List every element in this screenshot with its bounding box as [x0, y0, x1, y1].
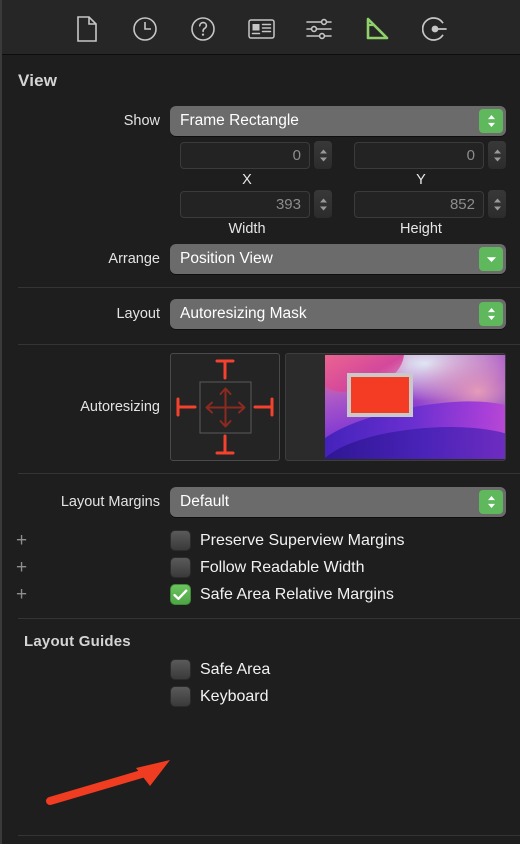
view-section-title: View — [18, 71, 58, 90]
autoresizing-preview — [285, 353, 506, 461]
width-input[interactable]: 393 — [180, 190, 310, 218]
autoresizing-mask-editor[interactable] — [170, 353, 280, 461]
follow-readable-width-checkbox[interactable] — [170, 557, 191, 578]
show-popup-button[interactable]: Frame Rectangle — [170, 106, 506, 136]
quick-help-inspector-tab[interactable] — [184, 11, 222, 47]
updown-chevron-icon — [479, 302, 503, 326]
safe-area-checkbox[interactable] — [170, 659, 191, 680]
help-icon — [190, 16, 216, 42]
layout-margins-label: Layout Margins — [60, 494, 160, 510]
size-inspector-tab[interactable] — [358, 11, 396, 47]
layout-margins-row: Layout Margins Default — [2, 482, 520, 522]
add-variation-button-0[interactable]: + — [2, 531, 170, 550]
layout-margins-popup-button[interactable]: Default — [170, 487, 506, 517]
height-stepper[interactable] — [488, 190, 506, 218]
connections-icon — [422, 16, 448, 42]
arrange-row: Arrange Position View — [2, 239, 520, 279]
arrange-value: Position View — [180, 250, 273, 267]
arrange-label: Arrange — [108, 251, 160, 267]
wallpaper-thumbnail — [325, 355, 505, 459]
x-field-cell: 0 X — [180, 141, 332, 188]
spacer-0: + — [2, 660, 170, 679]
safe-area-relative-margins-label: Safe Area Relative Margins — [200, 585, 394, 603]
preserve-superview-margins-label: Preserve Superview Margins — [200, 531, 405, 549]
y-field-cell: 0 Y — [354, 141, 506, 188]
updown-chevron-icon — [479, 109, 503, 133]
history-inspector-tab[interactable] — [126, 11, 164, 47]
layout-row: Layout Autoresizing Mask — [2, 294, 520, 334]
preview-view-rect — [347, 373, 413, 417]
clock-icon — [132, 16, 158, 42]
strut-left — [176, 397, 197, 417]
width-field-cell: 393 Width — [180, 190, 332, 237]
strut-top — [215, 359, 235, 380]
follow-readable-width-label: Follow Readable Width — [200, 558, 365, 576]
identity-icon — [247, 18, 275, 40]
checkmark-icon — [173, 589, 188, 600]
add-variation-button-2[interactable]: + — [2, 585, 170, 604]
autoresizing-row: Autoresizing — [2, 345, 520, 469]
safe-area-label: Safe Area — [200, 660, 271, 678]
inspector-panel: View Show Frame Rectangle 0 X 0 Y 393 Wi… — [0, 0, 520, 844]
updown-chevron-icon — [479, 490, 503, 514]
width-caption: Width — [228, 221, 266, 237]
divider-arrange — [18, 287, 520, 288]
inspector-toolbar — [2, 0, 520, 55]
identity-inspector-tab[interactable] — [242, 11, 280, 47]
file-inspector-tab[interactable] — [68, 11, 106, 47]
spacer-1: + — [2, 687, 170, 706]
size-fields-row: 393 Width 852 Height — [2, 190, 520, 237]
preserve-superview-margins-checkbox[interactable] — [170, 530, 191, 551]
file-icon — [76, 16, 98, 42]
strut-right — [253, 397, 274, 417]
height-input[interactable]: 852 — [354, 190, 484, 218]
connections-inspector-tab[interactable] — [416, 11, 454, 47]
layout-guides-title: Layout Guides — [24, 633, 131, 650]
safe-area-relative-margins-checkbox[interactable] — [170, 584, 191, 605]
divider-bottom — [18, 835, 520, 836]
chevron-down-icon — [479, 247, 503, 271]
show-value: Frame Rectangle — [180, 112, 299, 129]
y-caption: Y — [416, 172, 426, 188]
keyboard-checkbox[interactable] — [170, 686, 191, 707]
ruler-icon — [364, 16, 390, 42]
arrange-pulldown-button[interactable]: Position View — [170, 244, 506, 274]
x-input[interactable]: 0 — [180, 141, 310, 169]
sliders-icon — [305, 17, 333, 41]
y-input[interactable]: 0 — [354, 141, 484, 169]
preserve-superview-margins-row: + Preserve Superview Margins — [2, 527, 520, 554]
strut-bottom — [215, 434, 235, 455]
add-variation-button-1[interactable]: + — [2, 558, 170, 577]
layout-label: Layout — [116, 306, 160, 322]
divider-autoresizing — [18, 473, 520, 474]
safe-area-relative-margins-row: + Safe Area Relative Margins — [2, 581, 520, 608]
layout-popup-button[interactable]: Autoresizing Mask — [170, 299, 506, 329]
follow-readable-width-row: + Follow Readable Width — [2, 554, 520, 581]
y-stepper[interactable] — [488, 141, 506, 169]
x-caption: X — [242, 172, 252, 188]
layout-margins-value: Default — [180, 493, 230, 510]
position-fields-row: 0 X 0 Y — [2, 141, 520, 188]
height-field-cell: 852 Height — [354, 190, 506, 237]
height-caption: Height — [400, 221, 442, 237]
attributes-inspector-tab[interactable] — [300, 11, 338, 47]
keyboard-label: Keyboard — [200, 687, 269, 705]
show-row: Show Frame Rectangle — [2, 101, 520, 141]
autoresizing-label: Autoresizing — [80, 399, 160, 415]
keyboard-row: + Keyboard — [2, 683, 520, 710]
layout-value: Autoresizing Mask — [180, 305, 307, 322]
width-stepper[interactable] — [314, 190, 332, 218]
show-label: Show — [123, 113, 160, 129]
safe-area-row: + Safe Area — [2, 656, 520, 683]
x-stepper[interactable] — [314, 141, 332, 169]
